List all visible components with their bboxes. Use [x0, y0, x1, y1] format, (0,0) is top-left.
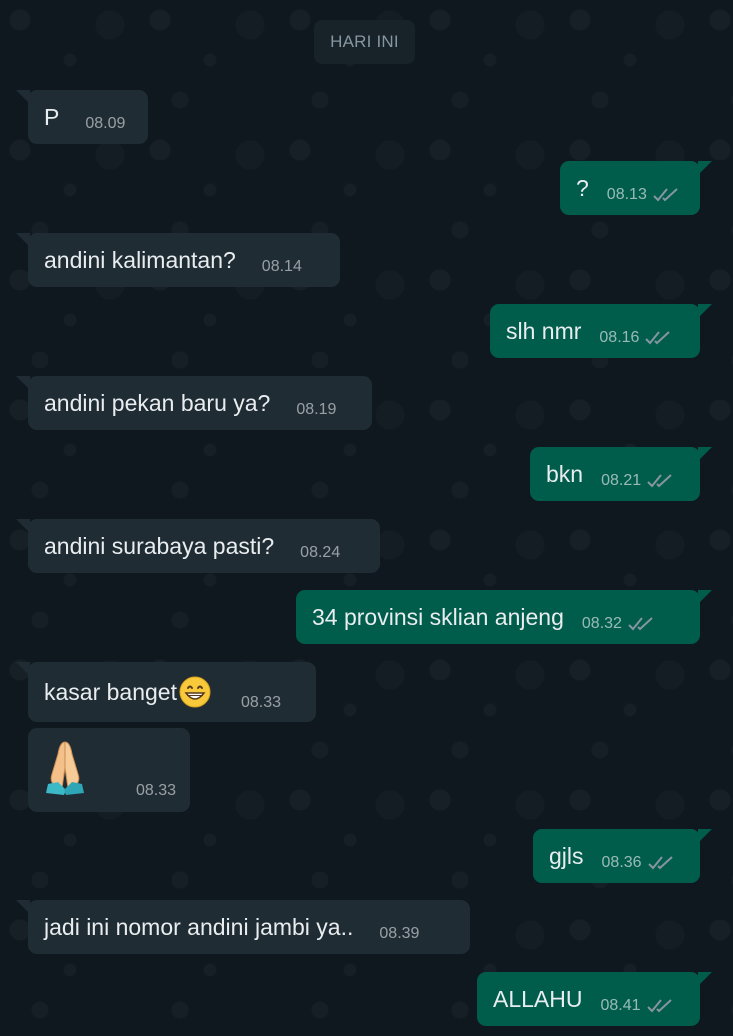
message-time: 08.16 [599, 329, 640, 346]
double-check-icon [628, 615, 655, 633]
message-time: 08.09 [85, 115, 126, 132]
message-text: jadi ini nomor andini jambi ya.. [44, 913, 354, 940]
message-time: 08.41 [600, 997, 641, 1014]
message-text: gjls [549, 842, 584, 869]
message-text: andini surabaya pasti? [44, 532, 275, 559]
message-bubble-incoming[interactable]: andini surabaya pasti? 08.24 [16, 519, 380, 573]
message-bubble-outgoing[interactable]: slh nmr 08.16 [490, 304, 712, 358]
message-text: ALLAHU [493, 985, 583, 1012]
message-bubble-outgoing[interactable]: ? 08.13 [560, 161, 712, 215]
message-time: 08.32 [581, 615, 622, 632]
message-bubble-incoming[interactable]: P 08.09 [16, 90, 148, 144]
message-bubble-incoming[interactable]: andini kalimantan? 08.14 [16, 233, 340, 287]
message-bubble-outgoing[interactable]: ALLAHU 08.41 [477, 972, 712, 1026]
message-text: bkn [546, 460, 584, 487]
date-divider-label: HARI INI [330, 32, 399, 51]
message-bubble-incoming[interactable]: jadi ini nomor andini jambi ya.. 08.39 [16, 900, 470, 954]
double-check-icon [647, 854, 675, 872]
message-bubble-incoming[interactable]: kasar banget 08.33 [16, 662, 316, 722]
message-time: 08.33 [240, 694, 282, 711]
message-bubble-incoming[interactable]: 08.33 [28, 728, 190, 812]
message-text: andini kalimantan? [44, 246, 236, 273]
chat-area[interactable]: HARI INI P 08.09 ? 08.13 andini kalimant… [0, 0, 733, 1036]
message-time: 08.13 [606, 186, 647, 203]
message-time: 08.33 [135, 782, 176, 799]
message-time: 08.24 [300, 544, 341, 561]
message-time: 08.19 [296, 401, 337, 418]
message-time: 08.39 [379, 925, 420, 942]
message-bubble-outgoing[interactable]: gjls 08.36 [533, 829, 712, 883]
message-bubble-outgoing[interactable]: 34 provinsi sklian anjeng 08.32 [296, 590, 712, 644]
grinning-face-emoji [179, 676, 211, 708]
message-time: 08.21 [601, 472, 642, 489]
message-time: 08.14 [261, 258, 302, 275]
message-text: ? [576, 174, 589, 201]
message-text: 34 provinsi sklian anjeng [312, 603, 564, 630]
double-check-icon [647, 472, 674, 490]
date-divider: HARI INI [314, 20, 415, 64]
double-check-icon [653, 186, 680, 204]
double-check-icon [646, 997, 674, 1015]
message-text: andini pekan baru ya? [44, 389, 271, 416]
double-check-icon [645, 329, 672, 347]
message-text: slh nmr [506, 317, 582, 344]
folded-hands-emoji [44, 738, 86, 796]
message-bubble-outgoing[interactable]: bkn 08.21 [530, 447, 712, 501]
message-time: 08.36 [601, 854, 642, 871]
message-text: P [44, 103, 60, 130]
message-text: kasar banget [44, 678, 177, 705]
message-bubble-incoming[interactable]: andini pekan baru ya? 08.19 [16, 376, 372, 430]
